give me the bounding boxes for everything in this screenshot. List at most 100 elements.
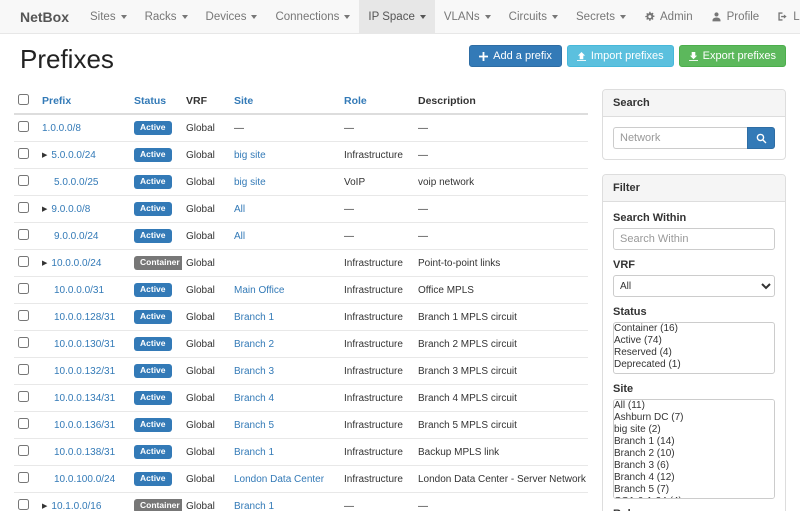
role-cell: Infrastructure [340,277,414,304]
prefix-link[interactable]: 9.0.0.0/24 [54,231,98,242]
site-link[interactable]: Branch 2 [234,339,274,350]
site-filter-option[interactable]: Branch 5 (7) [614,484,774,496]
site-link[interactable]: Branch 1 [234,312,274,323]
nav-item-circuits[interactable]: Circuits [500,0,567,33]
vrf-cell: Global [182,223,230,250]
status-badge: Active [134,229,172,242]
search-button[interactable] [747,127,775,149]
nav-item-secrets[interactable]: Secrets [567,0,635,33]
row-checkbox[interactable] [18,148,29,159]
prefix-table: PrefixStatusVRFSiteRoleDescription 1.0.0… [14,89,588,511]
site-cell: big site [230,169,340,196]
row-checkbox[interactable] [18,202,29,213]
status-filter-option[interactable]: Active (74) [614,335,774,347]
export-prefixes-button[interactable]: Export prefixes [679,45,786,67]
logout-link[interactable]: Log out [768,0,800,33]
row-checkbox[interactable] [18,229,29,240]
status-cell: Active [130,196,182,223]
admin-link[interactable]: Admin [635,0,702,33]
nav-item-sites[interactable]: Sites [81,0,136,33]
prefix-link[interactable]: 10.0.0.0/31 [54,285,104,296]
prefix-link[interactable]: 10.0.0.136/31 [54,420,115,431]
row-checkbox[interactable] [18,364,29,375]
vrf-cell: Global [182,169,230,196]
site-link[interactable]: All [234,204,245,215]
row-checkbox[interactable] [18,337,29,348]
search-within-input[interactable] [613,228,775,250]
site-filter-option[interactable]: big site (2) [614,424,774,436]
nav-item-devices[interactable]: Devices [197,0,267,33]
row-checkbox[interactable] [18,445,29,456]
row-checkbox[interactable] [18,391,29,402]
status-filter-option[interactable]: Deprecated (1) [614,359,774,371]
column-sort-link-site[interactable]: Site [234,95,253,107]
role-cell: — [340,493,414,511]
row-checkbox-cell [14,466,38,493]
row-checkbox[interactable] [18,472,29,483]
nav-item-racks[interactable]: Racks [136,0,197,33]
nav-item-label: Devices [206,11,247,23]
prefix-link[interactable]: 9.0.0.0/8 [51,204,90,215]
add-prefix-button[interactable]: Add a prefix [469,45,562,67]
prefix-link[interactable]: 1.0.0.0/8 [42,123,81,134]
row-checkbox[interactable] [18,175,29,186]
site-link[interactable]: Branch 1 [234,447,274,458]
column-sort-link-prefix[interactable]: Prefix [42,95,71,107]
site-filter-option[interactable]: Branch 4 (12) [614,472,774,484]
prefix-link[interactable]: 10.0.0.130/31 [54,339,115,350]
expand-arrow-icon[interactable]: ▶ [42,260,47,267]
prefix-link[interactable]: 5.0.0.0/24 [51,150,95,161]
vrf-cell: Global [182,277,230,304]
site-filter-option[interactable]: CO1-0-1-24 (4) [614,496,774,499]
column-sort-link-role[interactable]: Role [344,95,367,107]
site-link[interactable]: London Data Center [234,474,324,485]
row-checkbox[interactable] [18,310,29,321]
site-link[interactable]: big site [234,177,266,188]
row-checkbox[interactable] [18,256,29,267]
app-logo[interactable]: NetBox [8,0,81,33]
vrf-cell: Global [182,196,230,223]
site-link[interactable]: Branch 5 [234,420,274,431]
expand-arrow-icon[interactable]: ▶ [42,503,47,510]
prefix-link[interactable]: 10.0.0.134/31 [54,393,115,404]
prefix-link[interactable]: 10.0.0.132/31 [54,366,115,377]
site-filter-select[interactable]: All (11)Ashburn DC (7)big site (2)Branch… [613,399,775,499]
site-filter-option[interactable]: Branch 2 (10) [614,448,774,460]
expand-arrow-icon[interactable]: ▶ [42,206,47,213]
import-prefixes-button[interactable]: Import prefixes [567,45,674,67]
site-link[interactable]: Branch 1 [234,501,274,511]
nav-item-vlans[interactable]: VLANs [435,0,500,33]
row-checkbox[interactable] [18,418,29,429]
select-all-checkbox[interactable] [18,94,29,105]
prefix-link[interactable]: 10.0.0.128/31 [54,312,115,323]
site-link[interactable]: Branch 4 [234,393,274,404]
nav-item-ip-space[interactable]: IP Space [359,0,434,33]
chevron-down-icon [552,15,558,19]
site-filter-option[interactable]: All (11) [614,400,774,412]
prefix-link[interactable]: 10.0.0.0/24 [51,258,101,269]
prefix-link[interactable]: 5.0.0.0/25 [54,177,98,188]
prefix-link[interactable]: 10.0.0.138/31 [54,447,115,458]
site-link[interactable]: All [234,231,245,242]
status-filter-option[interactable]: Reserved (4) [614,347,774,359]
nav-item-connections[interactable]: Connections [266,0,359,33]
status-filter-option[interactable]: Container (16) [614,323,774,335]
site-filter-option[interactable]: Branch 1 (14) [614,436,774,448]
site-link[interactable]: big site [234,150,266,161]
site-link[interactable]: Main Office [234,285,284,296]
expand-arrow-icon[interactable]: ▶ [42,152,47,159]
row-checkbox[interactable] [18,283,29,294]
profile-link[interactable]: Profile [702,0,769,33]
description-cell: London Data Center - Server Network [414,466,588,493]
row-checkbox[interactable] [18,121,29,132]
status-filter-select[interactable]: Container (16)Active (74)Reserved (4)Dep… [613,322,775,374]
site-link[interactable]: Branch 3 [234,366,274,377]
site-filter-option[interactable]: Ashburn DC (7) [614,412,774,424]
vrf-filter-select[interactable]: All [613,275,775,297]
search-input[interactable] [613,127,747,149]
column-sort-link-status[interactable]: Status [134,95,166,107]
row-checkbox[interactable] [18,499,29,510]
prefix-link[interactable]: 10.0.100.0/24 [54,474,115,485]
prefix-link[interactable]: 10.1.0.0/16 [51,501,101,511]
site-filter-option[interactable]: Branch 3 (6) [614,460,774,472]
